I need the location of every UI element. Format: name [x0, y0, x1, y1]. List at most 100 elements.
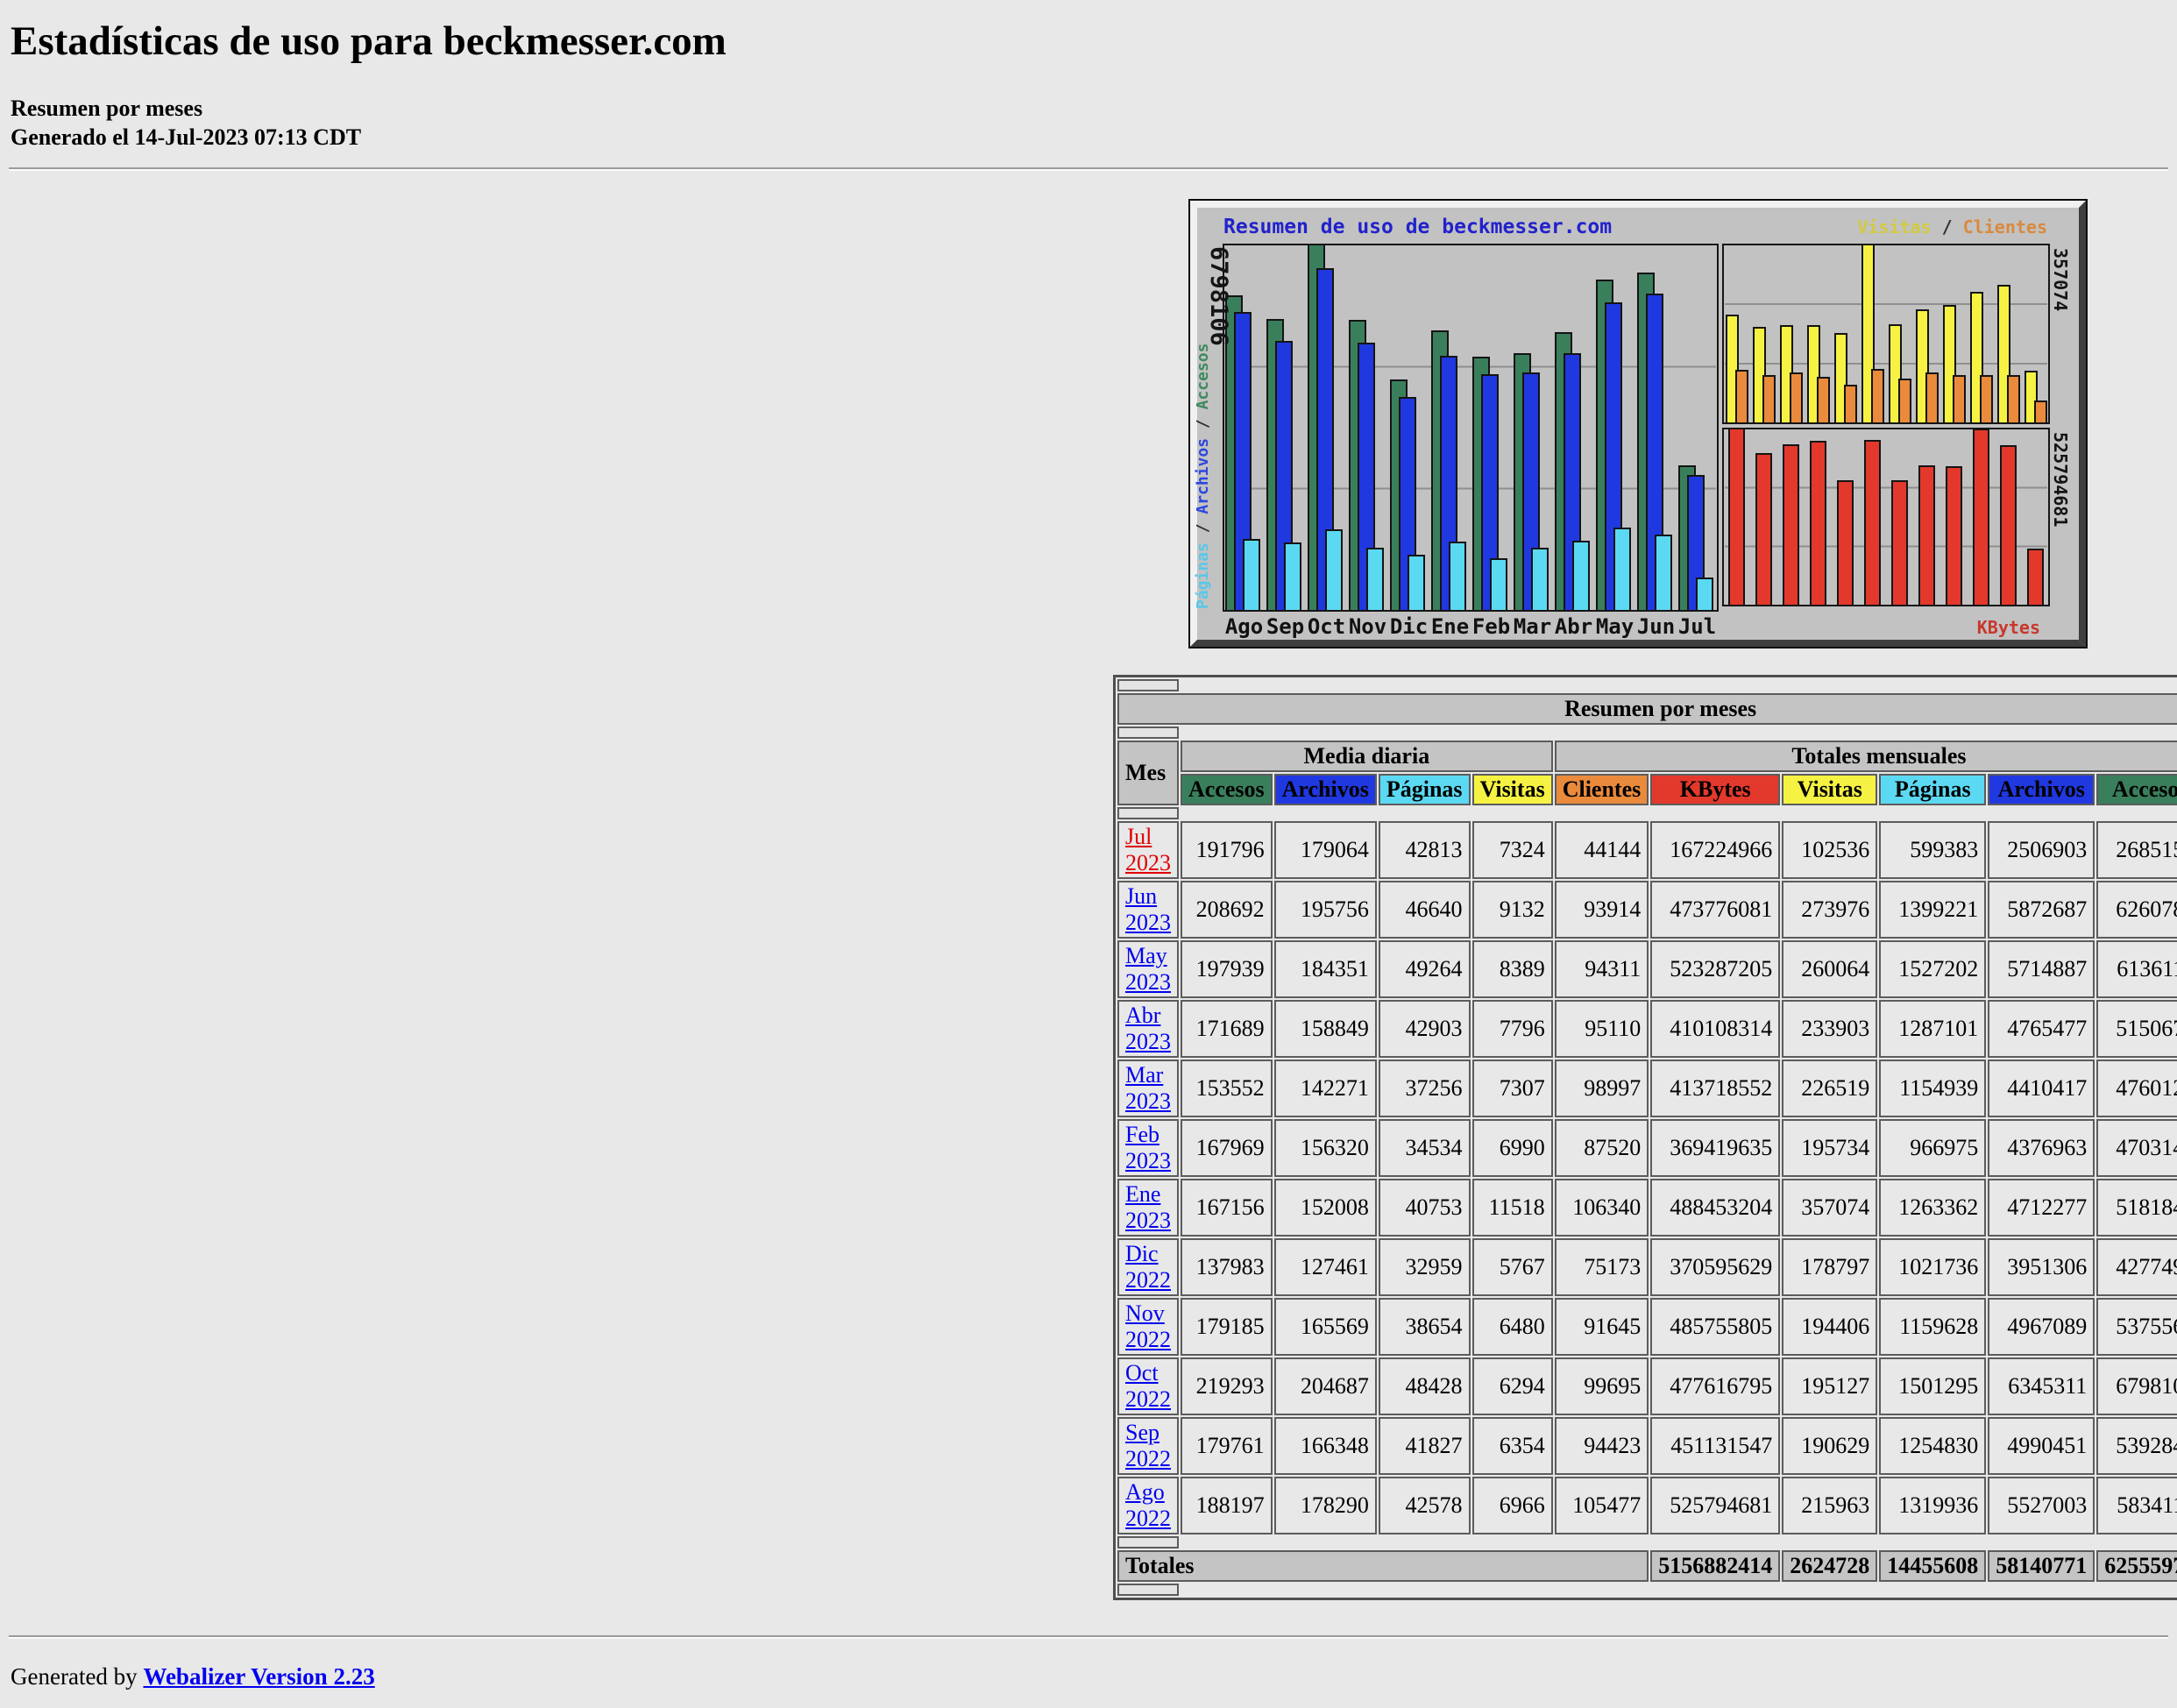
table-row: Sep 2022 179761 166348 41827 6354 94423 451131…	[1117, 1417, 2177, 1475]
stat-cell: 599383	[1879, 821, 1987, 879]
stat-cell: 166348	[1273, 1417, 1377, 1475]
stat-cell: 369419635	[1650, 1119, 1781, 1177]
month-cell: Dic 2022	[1117, 1238, 1179, 1296]
month-link-jul-2023[interactable]: Jul 2023	[1125, 824, 1171, 875]
month-link-nov-2022[interactable]: Nov 2022	[1125, 1300, 1171, 1352]
stat-cell: 6990	[1471, 1119, 1553, 1177]
month-link-may-2023[interactable]: May 2023	[1125, 943, 1171, 995]
stat-cell: 102536	[1782, 821, 1878, 879]
column-header-visitas: Visitas	[1471, 774, 1553, 805]
stat-cell: 195127	[1782, 1357, 1878, 1415]
table-row: Jul 2023 191796 179064 42813 7324 44144 167224…	[1117, 821, 2177, 879]
stat-cell: 1154939	[1879, 1060, 1987, 1117]
month-link-jun-2023[interactable]: Jun 2023	[1125, 883, 1171, 935]
stat-cell: 1527202	[1879, 940, 1987, 998]
table-spacer	[1117, 807, 1179, 819]
stat-cell: 4760122	[2096, 1060, 2177, 1117]
month-link-sep-2022[interactable]: Sep 2022	[1125, 1420, 1171, 1471]
stat-cell: 6798106	[2096, 1357, 2177, 1415]
stat-cell: 106340	[1554, 1179, 1649, 1237]
stat-cell: 158849	[1273, 1000, 1377, 1058]
column-header-clientes: Clientes	[1554, 774, 1649, 805]
total-cell: 58140771	[1988, 1550, 2095, 1582]
month-link-feb-2023[interactable]: Feb 2023	[1125, 1122, 1171, 1173]
svg-text:Feb: Feb	[1472, 614, 1510, 639]
stat-cell: 188197	[1181, 1477, 1273, 1534]
month-link-mar-2023[interactable]: Mar 2023	[1125, 1062, 1171, 1114]
stat-cell: 156320	[1273, 1119, 1377, 1177]
stat-cell: 413718552	[1650, 1060, 1781, 1117]
stat-cell: 94311	[1554, 940, 1649, 998]
month-cell: Abr 2023	[1117, 1000, 1179, 1058]
column-group-monthly: Totales mensuales	[1554, 741, 2177, 772]
stat-cell: 44144	[1554, 821, 1649, 879]
webalizer-version-link[interactable]: Webalizer Version 2.23	[143, 1663, 374, 1690]
column-header-archivos: Archivos	[1273, 774, 1377, 805]
stat-cell: 5392847	[2096, 1417, 2177, 1475]
table-spacer	[1117, 726, 1179, 739]
month-link-ene-2023[interactable]: Ene 2023	[1125, 1181, 1171, 1233]
stat-cell: 87520	[1554, 1119, 1649, 1177]
summary-heading: Resumen por meses	[11, 96, 203, 121]
stat-cell: 1263362	[1879, 1179, 1987, 1237]
month-link-abr-2023[interactable]: Abr 2023	[1125, 1003, 1171, 1054]
table-row: Dic 2022 137983 127461 32959 5767 75173 370595…	[1117, 1238, 2177, 1296]
stat-cell: 95110	[1554, 1000, 1649, 1058]
generated-timestamp: Generado el 14-Jul-2023 07:13 CDT	[11, 124, 362, 150]
stat-cell: 2506903	[1988, 821, 2095, 879]
svg-text:Sep: Sep	[1266, 614, 1304, 639]
stat-cell: 98997	[1554, 1060, 1649, 1117]
stat-cell: 75173	[1554, 1238, 1649, 1296]
total-cell: 2624728	[1782, 1550, 1878, 1582]
month-cell: Feb 2023	[1117, 1119, 1179, 1177]
table-spacer	[1117, 1536, 1179, 1549]
svg-text:Jul: Jul	[1678, 614, 1716, 639]
stat-cell: 40753	[1378, 1179, 1471, 1237]
svg-text:6798106: 6798106	[1205, 246, 1232, 346]
stat-cell: 197939	[1181, 940, 1273, 998]
stat-cell: 94423	[1554, 1417, 1649, 1475]
top-divider	[9, 167, 2168, 169]
stat-cell: 5834118	[2096, 1477, 2177, 1534]
stat-cell: 171689	[1181, 1000, 1273, 1058]
stat-cell: 5714887	[1988, 940, 2095, 998]
stat-cell: 46640	[1378, 881, 1471, 939]
table-row: Feb 2023 167969 156320 34534 6990 87520 369419…	[1117, 1119, 2177, 1177]
stat-cell: 233903	[1782, 1000, 1878, 1058]
footer: Generated by Webalizer Version 2.23	[11, 1663, 2168, 1690]
table-row: Mar 2023 153552 142271 37256 7307 98997 413718…	[1117, 1060, 2177, 1117]
footer-text: Generated by	[11, 1663, 144, 1690]
column-header-accesos: Accesos	[1181, 774, 1273, 805]
stat-cell: 477616795	[1650, 1357, 1781, 1415]
month-link-oct-2022[interactable]: Oct 2022	[1125, 1360, 1171, 1412]
stat-cell: 179185	[1181, 1298, 1273, 1356]
stat-cell: 4712277	[1988, 1179, 2095, 1237]
stat-cell: 488453204	[1650, 1179, 1781, 1237]
table-row: Abr 2023 171689 158849 42903 7796 95110 410108…	[1117, 1000, 2177, 1058]
month-cell: Mar 2023	[1117, 1060, 1179, 1117]
stat-cell: 152008	[1273, 1179, 1377, 1237]
column-group-daily: Media diaria	[1181, 741, 1553, 772]
table-row: Nov 2022 179185 165569 38654 6480 91645 485755…	[1117, 1298, 2177, 1356]
stat-cell: 6260786	[2096, 881, 2177, 939]
stat-cell: 49264	[1378, 940, 1471, 998]
stat-cell: 194406	[1782, 1298, 1878, 1356]
month-cell: Nov 2022	[1117, 1298, 1179, 1356]
stat-cell: 142271	[1273, 1060, 1377, 1117]
column-header-visitas: Visitas	[1782, 774, 1878, 805]
stat-cell: 1159628	[1879, 1298, 1987, 1356]
stat-cell: 6966	[1471, 1477, 1553, 1534]
month-link-dic-2022[interactable]: Dic 2022	[1125, 1241, 1171, 1293]
svg-text:Abr: Abr	[1555, 614, 1592, 639]
stat-cell: 32959	[1378, 1238, 1471, 1296]
stat-cell: 42578	[1378, 1477, 1471, 1534]
stat-cell: 6354	[1471, 1417, 1553, 1475]
stat-cell: 167156	[1181, 1179, 1273, 1237]
month-link-ago-2022[interactable]: Ago 2022	[1125, 1479, 1171, 1531]
stat-cell: 91645	[1554, 1298, 1649, 1356]
column-header-páginas: Páginas	[1378, 774, 1471, 805]
usage-summary-chart: Resumen de uso de beckmesser.com Visitas …	[1188, 199, 2088, 648]
stat-cell: 8389	[1471, 940, 1553, 998]
stat-cell: 1254830	[1879, 1417, 1987, 1475]
stat-cell: 7307	[1471, 1060, 1553, 1117]
